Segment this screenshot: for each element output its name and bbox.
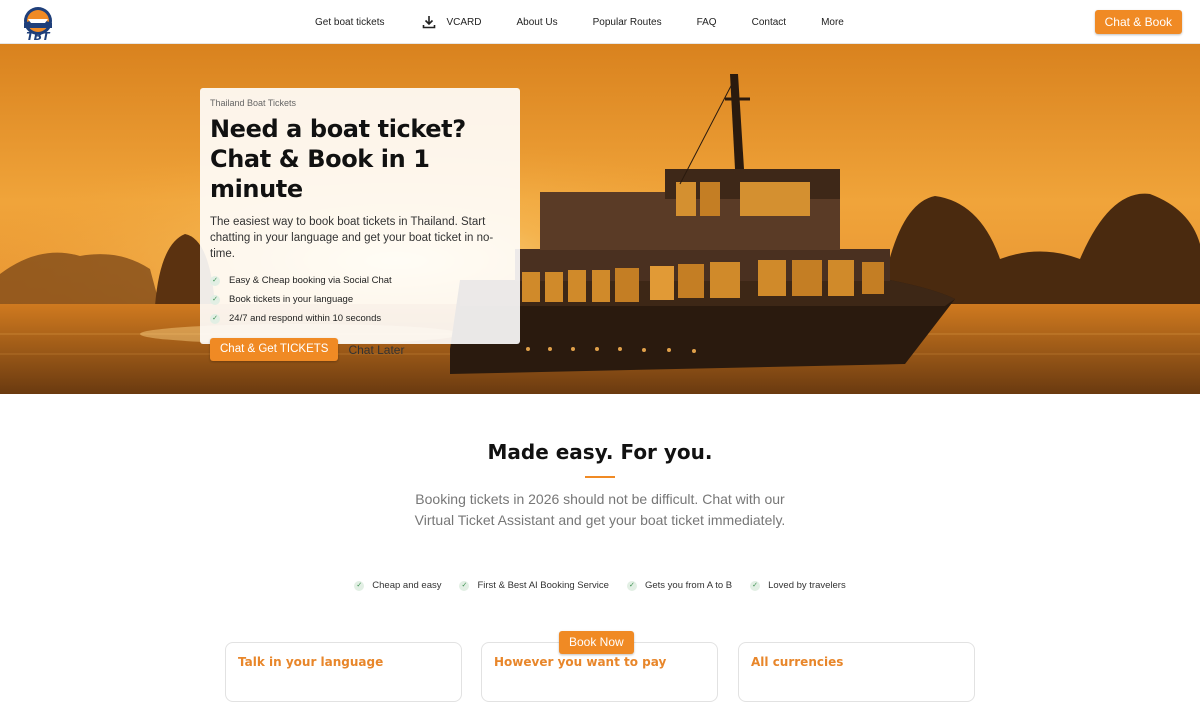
hero-feature-list: ✓ Easy & Cheap booking via Social Chat ✓… xyxy=(210,271,510,328)
check-icon: ✓ xyxy=(354,580,365,591)
perk-item: ✓ First & Best AI Booking Service xyxy=(459,580,609,591)
nav-label: About Us xyxy=(516,16,558,28)
feature-label: Book tickets in your language xyxy=(229,294,354,305)
hero-section: Thailand Boat Tickets Need a boat ticket… xyxy=(0,44,1200,394)
feature-label: 24/7 and respond within 10 seconds xyxy=(229,313,382,324)
nav-get-boat-tickets[interactable]: Get boat tickets xyxy=(315,17,384,28)
feature-label: Easy & Cheap booking via Social Chat xyxy=(229,275,392,286)
nav-label: More xyxy=(821,16,844,28)
hero-actions: Chat & Get TICKETS Chat Later xyxy=(210,338,510,361)
nav-label: Contact xyxy=(751,16,787,28)
check-icon: ✓ xyxy=(210,294,220,305)
logo-icon: TBT xyxy=(24,7,52,43)
chat-get-tickets-button[interactable]: Chat & Get TICKETS xyxy=(210,338,339,361)
hero-eyebrow: Thailand Boat Tickets xyxy=(210,98,297,108)
nav-about-us[interactable]: About Us xyxy=(517,17,558,28)
site-header: TBT Get boat tickets VCARD About Us Popu… xyxy=(0,0,1200,44)
hero-feature-item: ✓ Book tickets in your language xyxy=(210,290,510,309)
hero-feature-item: ✓ 24/7 and respond within 10 seconds xyxy=(210,309,510,328)
section-title-underline xyxy=(585,476,615,478)
section-subtitle: Booking tickets in 2026 should not be di… xyxy=(414,491,786,528)
check-icon: ✓ xyxy=(210,313,220,324)
nav-label: Get boat tickets xyxy=(315,16,385,28)
nav-label: FAQ xyxy=(696,16,717,28)
section-title: Made easy. For you. xyxy=(487,440,713,464)
perk-label: Cheap and easy xyxy=(372,580,442,591)
nav-faq[interactable]: FAQ xyxy=(697,17,717,28)
hero-title-line1: Need a boat ticket? xyxy=(210,115,466,143)
hero-background-image xyxy=(0,44,1200,394)
perk-label: First & Best AI Booking Service xyxy=(477,580,609,591)
feature-card-currencies: All currencies xyxy=(738,642,975,702)
perk-item: ✓ Loved by travelers xyxy=(750,580,846,591)
nav-label: Popular Routes xyxy=(592,16,662,28)
perk-label: Gets you from A to B xyxy=(644,580,733,591)
logo-text: TBT xyxy=(26,30,51,42)
feature-card-language: Talk in your language xyxy=(225,642,462,702)
download-icon xyxy=(423,16,436,29)
card-title: However you want to pay xyxy=(494,655,667,669)
nav-label: VCARD xyxy=(446,16,482,28)
hero-title: Need a boat ticket? Chat & Book in 1 min… xyxy=(210,114,510,204)
check-icon: ✓ xyxy=(626,580,637,591)
chat-later-button[interactable]: Chat Later xyxy=(348,343,404,357)
check-icon: ✓ xyxy=(210,275,220,286)
perks-list: ✓ Cheap and easy ✓ First & Best AI Booki… xyxy=(0,580,1200,591)
card-title: All currencies xyxy=(751,655,844,669)
main-nav: Get boat tickets VCARD About Us Popular … xyxy=(298,0,844,44)
perk-label: Loved by travelers xyxy=(768,580,846,591)
nav-popular-routes[interactable]: Popular Routes xyxy=(593,17,662,28)
hero-description: The easiest way to book boat tickets in … xyxy=(210,216,494,260)
hero-card: Thailand Boat Tickets Need a boat ticket… xyxy=(200,88,520,361)
perk-item: ✓ Cheap and easy xyxy=(354,580,441,591)
nav-contact[interactable]: Contact xyxy=(752,17,786,28)
nav-more[interactable]: More xyxy=(821,17,844,28)
perk-item: ✓ Gets you from A to B xyxy=(626,580,733,591)
card-title: Talk in your language xyxy=(238,655,384,669)
book-now-button[interactable]: Book Now xyxy=(559,631,634,654)
hero-feature-item: ✓ Easy & Cheap booking via Social Chat xyxy=(210,271,510,290)
check-icon: ✓ xyxy=(750,580,761,591)
check-icon: ✓ xyxy=(459,580,470,591)
chat-book-button[interactable]: Chat & Book xyxy=(1094,10,1182,34)
hero-title-line2: Chat & Book in 1 minute xyxy=(210,145,430,203)
nav-vcard[interactable]: VCARD xyxy=(422,15,482,29)
logo[interactable]: TBT xyxy=(18,6,58,43)
